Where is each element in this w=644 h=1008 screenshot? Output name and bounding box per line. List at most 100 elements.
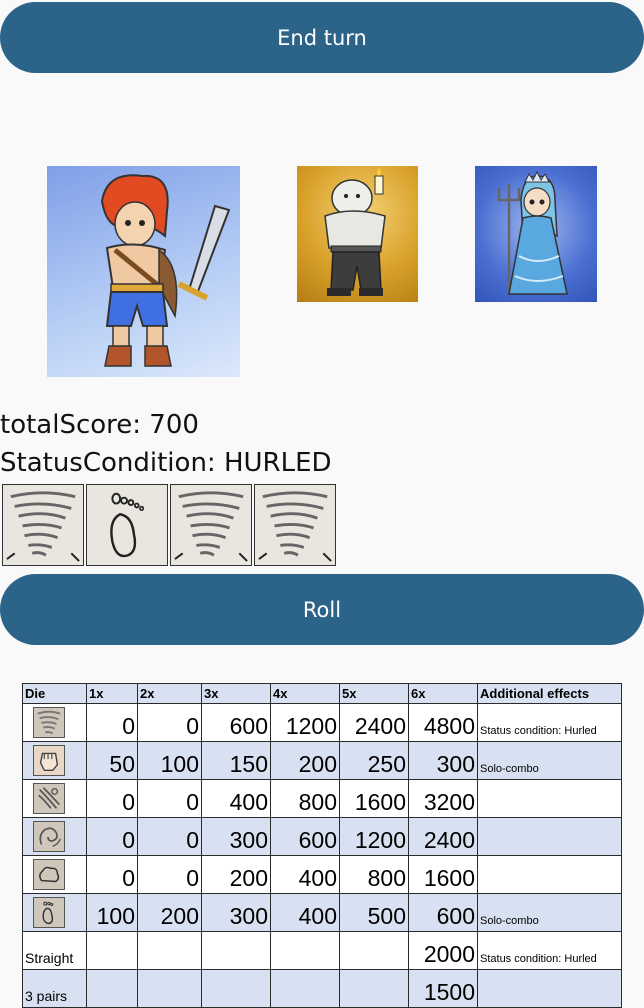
table-row: Straight 2000 Status condition: Hurled: [22, 931, 622, 970]
table-row: 3 pairs 1500: [22, 969, 622, 1008]
table-cell: [270, 931, 340, 970]
effect-cell: [477, 855, 622, 894]
effect-cell: Solo-combo: [477, 741, 622, 780]
table-cell: 200: [201, 855, 271, 894]
current-dice-row: [2, 484, 336, 566]
tornado-icon: [6, 491, 80, 562]
die-cell: [22, 779, 87, 818]
table-cell: 3200: [408, 779, 478, 818]
table-cell: 0: [137, 817, 202, 856]
die-3[interactable]: [170, 484, 252, 566]
table-cell: 500: [339, 893, 409, 932]
effect-cell: [477, 969, 622, 1008]
table-cell: 300: [201, 893, 271, 932]
table-cell: 100: [137, 741, 202, 780]
tornado-icon: [174, 491, 248, 562]
table-cell: [86, 931, 138, 970]
roll-button[interactable]: Roll: [0, 574, 644, 645]
table-cell: 200: [270, 741, 340, 780]
table-cell: 50: [86, 741, 138, 780]
table-cell: 800: [270, 779, 340, 818]
red-haired-swordsman-icon: [100, 174, 231, 367]
fist-icon: [33, 745, 65, 776]
table-cell: 400: [270, 893, 340, 932]
table-cell: 300: [408, 741, 478, 780]
tornado-icon: [258, 491, 332, 562]
table-cell: [201, 969, 271, 1008]
effect-cell: Status condition: Hurled: [477, 931, 622, 970]
effect-cell: [477, 779, 622, 818]
table-cell: [137, 931, 202, 970]
table-row: 100 200 300 400 500 600 Solo-combo: [22, 893, 622, 932]
total-score-label: totalScore: 700: [0, 410, 199, 440]
pale-brute-with-candle-icon: [324, 168, 386, 296]
table-header: 2x: [137, 683, 202, 704]
table-header: 4x: [270, 683, 340, 704]
table-cell: 250: [339, 741, 409, 780]
status-condition-label: StatusCondition: HURLED: [0, 448, 332, 478]
table-row: 0 0 400 800 1600 3200: [22, 779, 622, 818]
table-cell: 1600: [339, 779, 409, 818]
table-cell: 300: [201, 817, 271, 856]
character-portrait-queen[interactable]: [475, 166, 597, 302]
table-cell: 400: [270, 855, 340, 894]
scoring-table: Die 1x 2x 3x 4x 5x 6x Additional effects…: [22, 683, 622, 1008]
table-cell: 0: [137, 703, 202, 742]
die-4[interactable]: [254, 484, 336, 566]
table-header: 3x: [201, 683, 271, 704]
table-cell: 0: [137, 855, 202, 894]
end-turn-button[interactable]: End turn: [0, 2, 644, 73]
combo-label: 3 pairs: [22, 969, 87, 1008]
table-cell: 0: [86, 855, 138, 894]
table-cell: [339, 969, 409, 1008]
effect-cell: [477, 817, 622, 856]
table-cell: 600: [408, 893, 478, 932]
table-cell: [137, 969, 202, 1008]
table-cell: 150: [201, 741, 271, 780]
table-cell: [270, 969, 340, 1008]
table-cell: 1200: [270, 703, 340, 742]
tornado-icon: [33, 707, 65, 738]
footprint-icon: [33, 897, 65, 928]
table-cell: 0: [86, 703, 138, 742]
table-cell: 0: [86, 817, 138, 856]
table-row: 50 100 150 200 250 300 Solo-combo: [22, 741, 622, 780]
table-header: 1x: [86, 683, 138, 704]
footprint-icon: [110, 492, 145, 558]
table-cell: 800: [339, 855, 409, 894]
table-cell: 0: [86, 779, 138, 818]
table-cell: 600: [201, 703, 271, 742]
table-cell: 0: [137, 779, 202, 818]
die-1[interactable]: [2, 484, 84, 566]
combo-label: Straight: [22, 931, 87, 970]
die-2[interactable]: [86, 484, 168, 566]
table-cell: 400: [201, 779, 271, 818]
effect-cell: Status condition: Hurled: [477, 703, 622, 742]
blue-haired-queen-with-trident-icon: [497, 170, 568, 295]
die-cell: [22, 703, 87, 742]
die-cell: [22, 893, 87, 932]
table-header: 5x: [339, 683, 409, 704]
character-portrait-swordsman[interactable]: [47, 166, 240, 377]
table-header: Die: [22, 683, 87, 704]
die-cell: [22, 817, 87, 856]
table-cell: 4800: [408, 703, 478, 742]
table-cell: 1500: [408, 969, 478, 1008]
table-cell: [201, 931, 271, 970]
table-header: Additional effects: [477, 683, 622, 704]
character-portrait-brute[interactable]: [297, 166, 418, 302]
table-cell: 2400: [408, 817, 478, 856]
wind-slash-icon: [33, 783, 65, 814]
effect-cell: Solo-combo: [477, 893, 622, 932]
table-cell: 2400: [339, 703, 409, 742]
table-header: 6x: [408, 683, 478, 704]
table-row: 0 0 600 1200 2400 4800 Status condition:…: [22, 703, 622, 742]
table-row: 0 0 200 400 800 1600: [22, 855, 622, 894]
table-cell: 1200: [339, 817, 409, 856]
cloud-icon: [33, 859, 65, 890]
table-header-row: Die 1x 2x 3x 4x 5x 6x Additional effects: [22, 683, 622, 704]
table-cell: [86, 969, 138, 1008]
swirl-icon: [33, 821, 65, 852]
die-cell: [22, 855, 87, 894]
die-cell: [22, 741, 87, 780]
